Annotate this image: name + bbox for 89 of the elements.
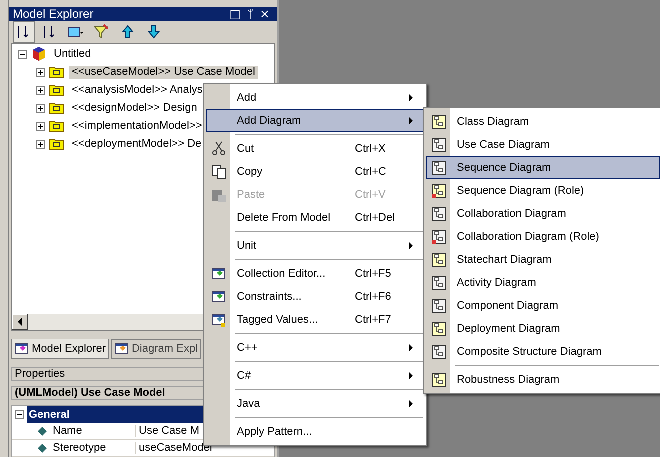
menu-item[interactable]: Cut Ctrl+X	[206, 137, 424, 160]
property-name: Stereotype	[53, 442, 106, 454]
diagram-icon	[431, 372, 447, 388]
constraint-icon	[211, 288, 227, 304]
panel-title: Model Explorer	[13, 7, 95, 21]
diagram-icon	[431, 182, 447, 198]
collapse-toggle[interactable]	[18, 50, 27, 58]
tree-item[interactable]: <<deploymentModel>> De	[69, 138, 205, 150]
menu-item[interactable]: Apply Pattern...	[206, 420, 424, 443]
menu-item[interactable]: Activity Diagram	[426, 271, 660, 294]
menu-item[interactable]: Add Diagram	[206, 109, 424, 132]
editor-icon	[211, 266, 227, 282]
menu-item[interactable]: Statechart Diagram	[426, 248, 660, 271]
menu-item[interactable]: Deployment Diagram	[426, 317, 660, 340]
menu-item[interactable]: Collaboration Diagram (Role)	[426, 225, 660, 248]
menu-item[interactable]: Sequence Diagram	[426, 156, 660, 179]
scissors-icon	[211, 140, 227, 156]
menu-item[interactable]: Add	[206, 86, 424, 109]
menu-item[interactable]: Robustness Diagram	[426, 368, 660, 391]
copy-icon	[211, 164, 227, 180]
tree-item[interactable]: <<useCaseModel>> Use Case Model	[69, 66, 258, 78]
diagram-icon	[431, 206, 447, 222]
float-button[interactable]: □	[226, 7, 244, 21]
property-name: Name	[53, 425, 82, 437]
package-icon	[49, 83, 65, 97]
submenu-arrow-icon	[407, 372, 415, 380]
menu-item[interactable]: Constraints... Ctrl+F6	[206, 285, 424, 308]
tree-item[interactable]: <<analysisModel>> Analys	[69, 84, 206, 96]
menu-item[interactable]: Sequence Diagram (Role)	[426, 179, 660, 202]
submenu-arrow-icon	[407, 94, 415, 102]
diagram-icon	[431, 344, 447, 360]
menu-item[interactable]: Unit	[206, 234, 424, 257]
diagram-icon	[431, 228, 447, 244]
submenu-arrow-icon	[407, 344, 415, 352]
up-arrow-icon	[120, 24, 136, 40]
diagram-icon	[431, 136, 447, 152]
menu-item[interactable]: Copy Ctrl+C	[206, 160, 424, 183]
menu-item[interactable]: C++	[206, 336, 424, 359]
property-value: Use Case M	[138, 425, 200, 437]
panel-tab[interactable]: Diagram Expl	[110, 339, 202, 359]
diagram-icon	[431, 252, 447, 268]
close-button[interactable]: ×	[256, 7, 273, 21]
plus-icon	[37, 86, 44, 94]
minus-icon	[16, 411, 23, 418]
tag-icon	[211, 312, 227, 328]
plus-icon	[37, 68, 44, 76]
submenu-arrow-icon	[407, 242, 415, 250]
scroll-left-button[interactable]	[12, 314, 28, 330]
expand-toggle[interactable]	[36, 140, 45, 148]
down-arrow-icon	[146, 24, 162, 40]
menu-item[interactable]: Delete From Model Ctrl+Del	[206, 206, 424, 229]
tree-item[interactable]: <<designModel>> Design	[69, 102, 200, 114]
cube-icon	[31, 46, 47, 62]
left-arrow-icon	[17, 318, 23, 326]
property-value: useCaseModel	[138, 442, 212, 454]
filter-icon	[94, 24, 110, 40]
menu-item[interactable]: Collection Editor... Ctrl+F5	[206, 262, 424, 285]
collapse-toggle[interactable]	[15, 410, 24, 419]
menu-item[interactable]: Composite Structure Diagram	[426, 340, 660, 363]
diagram-icon	[431, 114, 447, 130]
package-icon	[49, 137, 65, 151]
menu-item[interactable]: Component Diagram	[426, 294, 660, 317]
plus-icon	[37, 140, 44, 148]
diagram-icon	[431, 160, 447, 176]
diagram-icon	[431, 298, 447, 314]
plus-icon	[37, 104, 44, 112]
expand-toggle[interactable]	[36, 122, 45, 130]
menu-item[interactable]: Class Diagram	[426, 110, 660, 133]
model-icon	[14, 340, 30, 356]
panel-tab[interactable]: Model Explorer	[11, 339, 109, 359]
diagram-icon	[114, 341, 130, 357]
tree-item[interactable]: Untitled	[51, 48, 94, 60]
package-icon	[49, 119, 65, 133]
plus-icon	[37, 122, 44, 130]
package-icon	[49, 101, 65, 115]
menu-item[interactable]: Use Case Diagram	[426, 133, 660, 156]
package-icon	[49, 65, 65, 79]
diagram-icon	[431, 320, 447, 336]
pin-button[interactable]: ᛘ	[244, 7, 257, 21]
menu-item[interactable]: Collaboration Diagram	[426, 202, 660, 225]
expand-toggle[interactable]	[36, 104, 45, 112]
diagram-icon	[431, 274, 447, 290]
submenu-arrow-icon	[407, 116, 415, 124]
expand-toggle[interactable]	[36, 68, 45, 76]
tree-item[interactable]: <<implementationModel>>	[69, 120, 206, 132]
expand-toggle[interactable]	[36, 86, 45, 94]
sort-numeric-button[interactable]	[13, 21, 35, 43]
submenu-arrow-icon	[407, 400, 415, 408]
menu-item[interactable]: Tagged Values... Ctrl+F7	[206, 308, 424, 331]
